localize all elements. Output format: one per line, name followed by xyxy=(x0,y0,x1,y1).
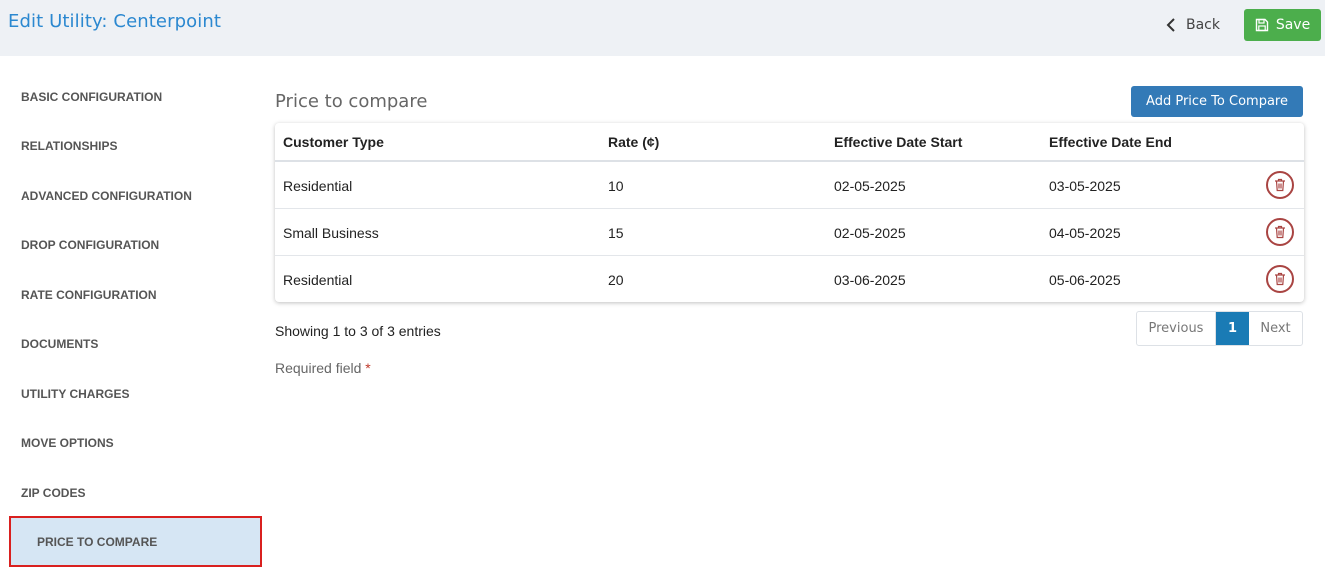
save-button[interactable]: Save xyxy=(1244,9,1321,41)
page-1-button[interactable]: 1 xyxy=(1216,312,1249,345)
cell-customer-type: Residential xyxy=(283,272,353,288)
cell-customer-type: Residential xyxy=(283,178,353,194)
previous-page-button[interactable]: Previous xyxy=(1137,312,1216,345)
page-title: Edit Utility: Centerpoint xyxy=(8,11,221,32)
trash-icon xyxy=(1275,225,1285,239)
cell-date-start: 02-05-2025 xyxy=(834,178,906,194)
next-page-button[interactable]: Next xyxy=(1249,312,1302,345)
entries-info: Showing 1 to 3 of 3 entries xyxy=(275,323,441,339)
sidebar-item-zip-codes[interactable]: ZIP CODES xyxy=(21,486,85,500)
sidebar-item-documents[interactable]: DOCUMENTS xyxy=(21,337,98,351)
delete-button[interactable] xyxy=(1266,218,1294,246)
add-price-to-compare-button[interactable]: Add Price To Compare xyxy=(1131,86,1303,117)
section-title: Price to compare xyxy=(275,91,428,112)
table-row: Residential 20 03-06-2025 05-06-2025 xyxy=(275,255,1304,302)
cell-date-start: 02-05-2025 xyxy=(834,225,906,241)
sidebar-item-advanced-configuration[interactable]: ADVANCED CONFIGURATION xyxy=(21,189,192,203)
column-header-effective-date-start[interactable]: Effective Date Start xyxy=(834,134,962,150)
header-bar: Edit Utility: Centerpoint Back Save xyxy=(0,0,1325,56)
cell-date-end: 05-06-2025 xyxy=(1049,272,1121,288)
back-label: Back xyxy=(1186,17,1220,33)
sidebar-item-basic-configuration[interactable]: BASIC CONFIGURATION xyxy=(21,90,162,104)
cell-date-end: 03-05-2025 xyxy=(1049,178,1121,194)
cell-rate: 15 xyxy=(608,225,624,241)
trash-icon xyxy=(1275,178,1285,192)
cell-rate: 20 xyxy=(608,272,624,288)
sidebar-item-price-to-compare[interactable]: PRICE TO COMPARE xyxy=(9,516,262,567)
required-field-note: Required field * xyxy=(275,360,371,376)
save-label: Save xyxy=(1275,17,1311,33)
cell-rate: 10 xyxy=(608,178,624,194)
column-header-customer-type[interactable]: Customer Type xyxy=(283,134,384,150)
cell-date-start: 03-06-2025 xyxy=(834,272,906,288)
delete-button[interactable] xyxy=(1266,171,1294,199)
sidebar-item-move-options[interactable]: MOVE OPTIONS xyxy=(21,436,114,450)
price-table: Customer Type Rate (¢) Effective Date St… xyxy=(275,123,1304,302)
pagination: Previous 1 Next xyxy=(1136,311,1303,346)
required-asterisk: * xyxy=(365,360,371,376)
table-row: Small Business 15 02-05-2025 04-05-2025 xyxy=(275,208,1304,255)
sidebar: BASIC CONFIGURATION RELATIONSHIPS ADVANC… xyxy=(0,56,265,586)
sidebar-item-drop-configuration[interactable]: DROP CONFIGURATION xyxy=(21,238,159,252)
cell-customer-type: Small Business xyxy=(283,225,379,241)
required-field-label: Required field xyxy=(275,360,362,376)
floppy-disk-icon xyxy=(1255,18,1269,32)
column-header-rate[interactable]: Rate (¢) xyxy=(608,134,659,150)
delete-button[interactable] xyxy=(1266,265,1294,293)
chevron-left-icon xyxy=(1166,18,1175,32)
sidebar-item-utility-charges[interactable]: UTILITY CHARGES xyxy=(21,387,129,401)
back-button[interactable]: Back xyxy=(1166,12,1220,38)
trash-icon xyxy=(1275,272,1285,286)
sidebar-item-relationships[interactable]: RELATIONSHIPS xyxy=(21,139,117,153)
cell-date-end: 04-05-2025 xyxy=(1049,225,1121,241)
table-row: Residential 10 02-05-2025 03-05-2025 xyxy=(275,162,1304,209)
column-header-effective-date-end[interactable]: Effective Date End xyxy=(1049,134,1172,150)
sidebar-item-rate-configuration[interactable]: RATE CONFIGURATION xyxy=(21,288,157,302)
sidebar-item-label: PRICE TO COMPARE xyxy=(37,535,158,549)
